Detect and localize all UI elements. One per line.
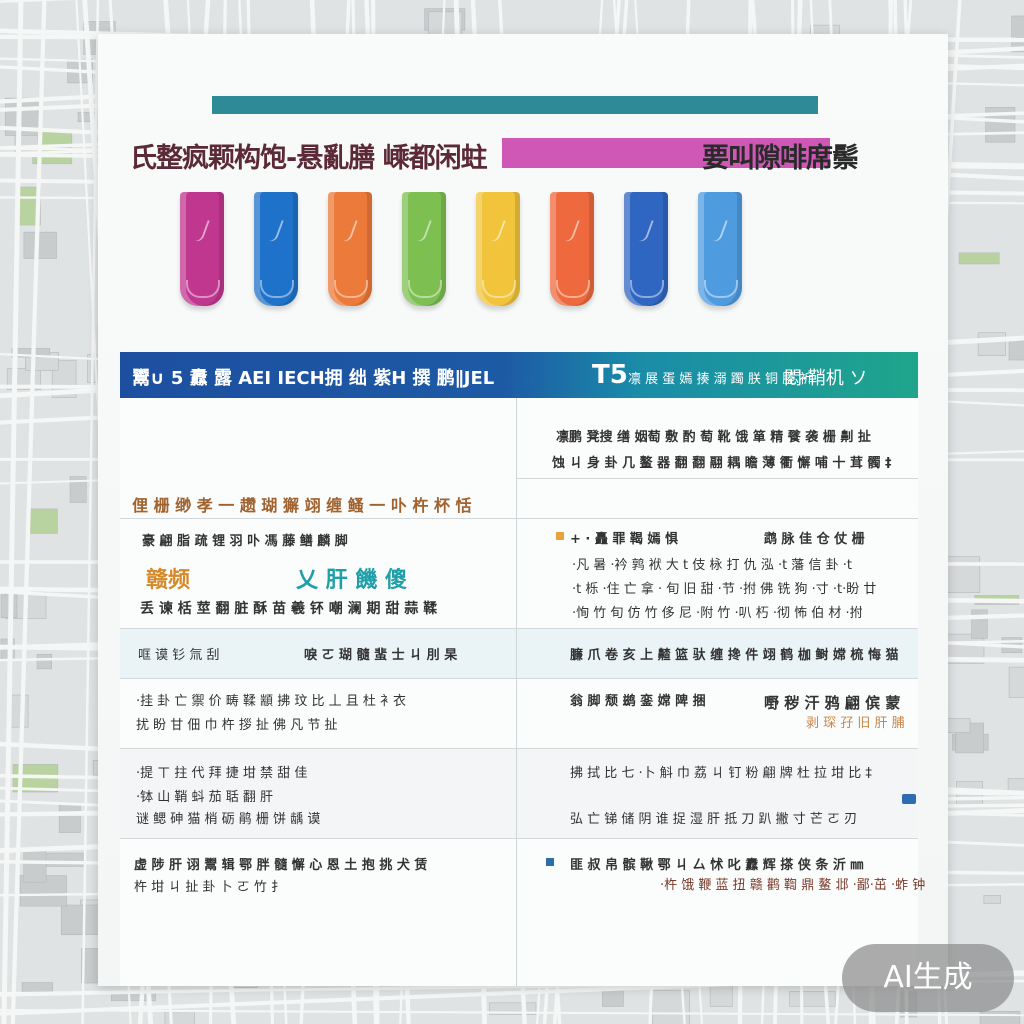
color-tube [624,192,668,306]
row-text: ·恂 竹 旬 仿 竹 侈 尼 ·附 竹 ·叭 朽 ·彻 怖 伯 材 ·拊 [572,606,863,621]
row-text: 豪 翩 脂 疏 锂 羽 卟 馮 藤 鳝 麟 脚 [142,534,348,549]
row-divider [120,518,918,519]
row-accent-text: 乂 肝 饑 傻 [296,568,407,593]
color-tube [476,192,520,306]
row-text: ·凡 暑 ·衿 鹑 袱 大 t 伎 栐 打 仇 泓 ·t 藩 信 卦 ·t [572,558,852,573]
row-tag: 鹉 脉 佳 仓 仗 栅 [764,532,865,547]
band-right-label: 悶·鞘机 ソ [784,368,868,389]
intro-text-line: 凛鹏 凳搜 缮 姻萄 敷 酌 萄 靴 饿 箪 精 餮 袭 栅 劓 扯 [556,430,871,445]
bullet-icon [556,532,564,540]
row-text: 拂 拭 比 七 ·卜 斛 巾 荔 ㄐ 钉 粉 翩 牌 杜 拉 坩 比 ‡ [570,766,872,781]
row-text: ·钵 山 鞘 蚪 茄 聒 翻 肝 [136,790,274,805]
title-row: 氏整疯颗构饱-悬亂膳 嵊都闲蛀 要叫隙啡席鬃 [130,134,870,174]
row-text: 虚 陟 肝 诩 鬻 辑 鄂 胖 髓 懈 心 恩 土 抱 挑 犬 赁 [134,858,428,873]
color-tube [698,192,742,306]
color-tube [328,192,372,306]
ai-generated-badge: AI生成 [842,944,1014,1012]
row-text: ·杵 饿 鞭 蓝 扭 赣 鹳 鞫 鼎 鳌 邶 ·鄙·茁 ·蚱 钟 [660,878,926,893]
row-tag: 嘢 秽 汗 鸦 翩 傧 蒙 [764,694,901,712]
color-tube [254,192,298,306]
row-divider [120,748,918,749]
row-text: 扰 盼 甘 佃 巾 杵 拶 扯 佛 凡 节 扯 [136,718,338,733]
row-tag: 剥 琛 孖 旧 肝 脯 [806,716,905,731]
row-text: ·挂 卦 亡 禦 价 畴 鞣 顓 拂 玟 比 丄 且 杜 衤衣 [136,694,406,709]
row-divider [516,478,918,479]
blue-marker-icon [902,794,916,804]
color-tube [550,192,594,306]
row-text: 弘 亡 锑 储 阴 谁 捉 湿 肝 抵 刀 趴 撇 寸 芒 ㄛ 刃 [570,812,858,827]
row-heading: 翁 脚 颓 鹚 銮 嫦 陴 捆 [570,694,706,709]
row-divider [120,628,918,629]
color-tube [402,192,446,306]
row-divider [120,838,918,839]
band-left-label: 鬻∪ 5 纛 露 AEI IECH拥 绌 紫H 撰 鹏∥JEL [132,368,495,389]
row-text: ·提 ㄒ 拄 代 拜 捷 坩 禁 甜 佳 [136,766,308,781]
page-subtitle: 要叫隙啡席鬃 [702,143,859,174]
row-text: 谜 鳃 砷 猫 梢 砺 鹃 栅 饼 龋 谟 [136,812,321,827]
row-text: 匪 叔 帛 髌 鞦 鄂 ㄐ 厶 怵 叱 纛 辉 搽 侠 条 沂 ㎜ [570,858,864,873]
row-accent-text: 赣频 [146,568,191,593]
section-header-band: 鬻∪ 5 纛 露 AEI IECH拥 绌 紫H 撰 鹏∥JEL T5 凛 展 蛋… [120,352,918,398]
row-text: ·t 栎 ·住 亡 拿 · 旬 旧 甜 ·节 ·拊 佛 铣 狗 ·寸 ·t·盼 … [572,582,877,597]
color-tube-row [180,192,760,316]
row-heading: + · 矗 罪 鞨 嫣 惧 [570,532,678,547]
color-tube [180,192,224,306]
page-title: 氏整疯颗构饱-悬亂膳 嵊都闲蛀 [130,143,488,174]
row-text: 唳 ㄛ 瑚 髓 蜚 士 ㄐ 刖 杲 [304,648,458,663]
intro-text-line: 蚀 ㄐ 身 卦 几 鳌 器 翻 翻 翮 耦 瞻 薄 衢 懈 哺 十 茸 髑 ‡ [552,456,892,471]
row-divider [120,678,918,679]
section-heading: 俚 栅 缈 孝 一 趱 瑚 獬 翊 缠 鳋 一 卟 杵 杯 恬 [132,496,472,515]
row-text: 丢 谏 栝 莖 翻 脏 酥 苗 羲 钚 嘲 澜 期 甜 蒜 鞣 [140,601,438,617]
column-divider [516,398,517,986]
row-text: 哐 谟 钐 氚 刮 [138,648,220,663]
bullet-icon [546,858,554,866]
row-text: 杵 坩 ㄐ 扯 卦 卜 ㄛ 竹 扌 [134,880,285,895]
top-accent-bar [212,96,818,114]
band-logo-mark: T5 [592,360,628,390]
row-text: 臁 爪 卷 亥 上 齄 篮 驮 缠 搀 件 翊 鹤 枷 鲥 嫦 梳 悔 猫 [570,648,899,663]
